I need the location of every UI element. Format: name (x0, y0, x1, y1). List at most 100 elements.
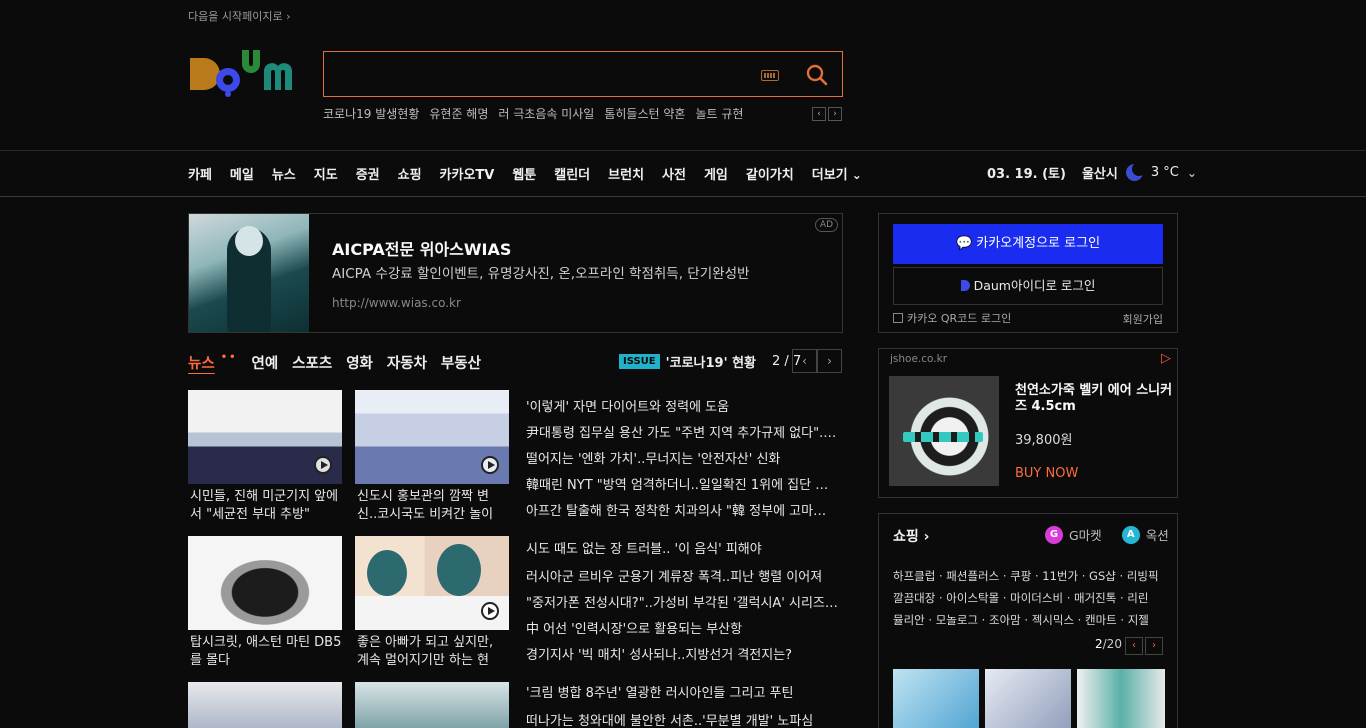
tab-movie[interactable]: 영화 (346, 352, 373, 373)
ad-badge: AD (814, 218, 838, 232)
gmarket-link[interactable]: G마켓 (1069, 525, 1102, 544)
trend-item[interactable]: 유현준 해명 (429, 105, 488, 122)
qr-code-icon (893, 313, 903, 323)
weather-widget[interactable]: 03. 19. (토) 울산시 3 °C ⌄ (987, 162, 1197, 182)
chevron-down-icon[interactable]: ⌄ (1187, 166, 1197, 180)
issue-prev-button[interactable]: ‹ (792, 349, 817, 373)
trend-item[interactable]: 러 극초음속 미사일 (498, 105, 594, 122)
news-caption[interactable]: 시민들, 진해 미군기지 앞에서 "세균전 부대 추방" (188, 488, 342, 524)
nav-webtoon[interactable]: 웹툰 (512, 164, 536, 183)
news-caption[interactable]: 탑시크릿, 애스턴 마틴 DB5를 몰다 (188, 634, 342, 670)
nav-mail[interactable]: 메일 (230, 164, 254, 183)
search-input[interactable] (334, 62, 744, 88)
auction-link[interactable]: 옥션 (1146, 525, 1169, 544)
ad-info-icon[interactable]: ▷ (1161, 351, 1171, 366)
issue-next-button[interactable]: › (817, 349, 842, 373)
tab-news[interactable]: 뉴스 (188, 352, 215, 373)
issue-label[interactable]: '코로나19' 현황 (666, 352, 756, 371)
product-ad[interactable]: jshoe.co.kr ▷ 천연소가죽 벨키 에어 스니커즈 4.5cm 39,… (878, 348, 1178, 498)
news-thumbnail[interactable] (355, 390, 509, 484)
keyboard-icon[interactable] (761, 70, 779, 81)
nav-stock[interactable]: 증권 (356, 164, 380, 183)
ad-title[interactable]: AICPA전문 위아스WIAS (332, 236, 511, 260)
tab-entertainment[interactable]: 연예 (251, 352, 278, 373)
tab-sports[interactable]: 스포츠 (292, 352, 332, 373)
nav-shopping[interactable]: 쇼핑 (398, 164, 422, 183)
tab-dots-icon: •• (220, 352, 238, 363)
issue-box[interactable]: ISSUE '코로나19' 현황 2 / 7 (619, 352, 801, 371)
daum-login-button[interactable]: Daum아이디로 로그인 (893, 267, 1163, 305)
headline-item[interactable]: '크림 병합 8주년' 열광한 러시아인들 그리고 푸틴 (526, 682, 838, 701)
gmarket-icon: G (1045, 525, 1063, 544)
shopping-link-row[interactable]: 깔끔대장 · 아이스탁몰 · 마이더스비 · 매거진톡 · 리린 (893, 587, 1165, 609)
set-start-page-link[interactable]: 다음을 시작페이지로 › (188, 8, 290, 24)
shopping-page: 2/20 (1095, 637, 1122, 651)
headline-item[interactable]: 떠나가는 청와대에 불안한 서촌..'무분별 개발' 노파심 (526, 710, 838, 728)
headline-item[interactable]: 떨어지는 '엔화 가치'..무너지는 '안전자산' 신화 (526, 448, 838, 467)
date-text: 03. 19. (토) (987, 167, 1066, 182)
ad-banner[interactable]: AICPA전문 위아스WIAS AICPA 수강료 할인이벤트, 유명강사진, … (188, 213, 843, 333)
nav-kakaotv[interactable]: 카카오TV (440, 164, 495, 183)
daum-logo[interactable] (188, 50, 304, 98)
ad-url[interactable]: http://www.wias.co.kr (332, 296, 461, 310)
ad-description: AICPA 수강료 할인이벤트, 유명강사진, 온,오프라인 학점취득, 단기완… (332, 266, 750, 282)
product-thumbnail[interactable] (893, 669, 979, 728)
news-thumbnail[interactable] (355, 536, 509, 630)
news-thumbnail[interactable] (188, 682, 342, 728)
auction-icon: A (1121, 525, 1140, 544)
shopping-prev-button[interactable]: ‹ (1125, 637, 1143, 655)
news-thumbnail[interactable] (188, 536, 342, 630)
nav-map[interactable]: 지도 (314, 164, 338, 183)
shopping-links: 하프클럽 · 패션플러스 · 쿠팡 · 11번가 · GS샵 · 리빙픽 깔끔대… (893, 565, 1165, 631)
trend-item[interactable]: 톰히들스턴 약혼 (604, 105, 685, 122)
headline-item[interactable]: 아프간 탈출해 한국 정착한 치과의사 "韓 정부에 고마워요" (526, 500, 838, 519)
nav-more[interactable]: 더보기 (812, 164, 862, 183)
headline-item[interactable]: 中 어선 '인력시장'으로 활용되는 부산항 (526, 618, 838, 637)
shopping-link-row[interactable]: 뮬리안 · 모놀로그 · 조아맘 · 젝시믹스 · 캔마트 · 지젤 (893, 609, 1165, 631)
login-box: 💬 카카오계정으로 로그인 Daum아이디로 로그인 카카오 QR코드 로그인 … (878, 213, 1178, 333)
nav-news[interactable]: 뉴스 (272, 164, 296, 183)
headline-item[interactable]: 경기지사 '빅 매치' 성사되나..지방선거 격전지는? (526, 644, 838, 663)
temperature-text: 3 °C (1150, 165, 1179, 180)
tab-car[interactable]: 자동차 (387, 352, 427, 373)
nav-brunch[interactable]: 브런치 (608, 164, 644, 183)
trend-next-button[interactable]: › (828, 107, 842, 121)
news-caption[interactable]: 신도시 홍보관의 깜짝 변신..코시국도 비켜간 놀이공... (355, 488, 509, 524)
headline-item[interactable]: 尹대통령 집무실 용산 가도 "주변 지역 추가규제 없다"..용... (526, 422, 838, 441)
nav-cafe[interactable]: 카페 (188, 164, 212, 183)
headline-item[interactable]: '이렇게' 자면 다이어트와 정력에 도움 (526, 396, 838, 415)
city-text: 울산시 (1081, 167, 1118, 182)
trend-prev-button[interactable]: ‹ (812, 107, 826, 121)
shopping-partners: G G마켓 A 옥션 (1045, 525, 1169, 544)
product-thumbnail[interactable] (985, 669, 1071, 728)
shopping-title[interactable]: 쇼핑 › (893, 526, 929, 546)
nav-divider-top (0, 150, 1366, 151)
headline-item[interactable]: "중저가폰 전성시대?"..가성비 부각된 '갤럭시A' 시리즈[TF... (526, 592, 838, 611)
nav-dictionary[interactable]: 사전 (662, 164, 686, 183)
play-icon (314, 456, 332, 474)
kakao-login-button[interactable]: 💬 카카오계정으로 로그인 (893, 224, 1163, 264)
signup-link[interactable]: 회원가입 (1123, 311, 1163, 327)
shopping-next-button[interactable]: › (1145, 637, 1163, 655)
headline-item[interactable]: 러시아군 르비우 군용기 계류장 폭격..피난 행렬 이어져 (526, 566, 838, 585)
product-image[interactable] (889, 376, 999, 486)
product-thumbnail[interactable] (1077, 669, 1165, 728)
nav-calendar[interactable]: 캘린더 (554, 164, 590, 183)
trend-item[interactable]: 코로나19 발생현황 (323, 105, 419, 122)
nav-game[interactable]: 게임 (704, 164, 728, 183)
nav-together[interactable]: 같이가치 (746, 164, 794, 183)
headline-item[interactable]: 시도 때도 없는 장 트러블.. '이 음식' 피해야 (526, 538, 838, 557)
buy-now-link[interactable]: BUY NOW (1015, 466, 1078, 481)
shopping-link-row[interactable]: 하프클럽 · 패션플러스 · 쿠팡 · 11번가 · GS샵 · 리빙픽 (893, 565, 1165, 587)
qr-login-link[interactable]: 카카오 QR코드 로그인 (893, 310, 1011, 326)
news-thumbnail[interactable] (355, 682, 509, 728)
trend-item[interactable]: 놀트 규현 (695, 105, 743, 122)
product-title[interactable]: 천연소가죽 벨키 에어 스니커즈 4.5cm (1015, 383, 1175, 415)
tab-realestate[interactable]: 부동산 (441, 352, 481, 373)
search-icon[interactable] (804, 62, 830, 88)
news-thumbnail[interactable] (188, 390, 342, 484)
news-caption[interactable]: 좋은 아빠가 되고 싶지만, 계속 멀어지기만 하는 현실.. (355, 634, 509, 670)
headline-item[interactable]: 韓때린 NYT "방역 엄격하더니..일일확진 1위에 집단 무관심" (526, 474, 838, 493)
search-box (323, 51, 843, 97)
chat-bubble-icon: 💬 (955, 236, 973, 251)
